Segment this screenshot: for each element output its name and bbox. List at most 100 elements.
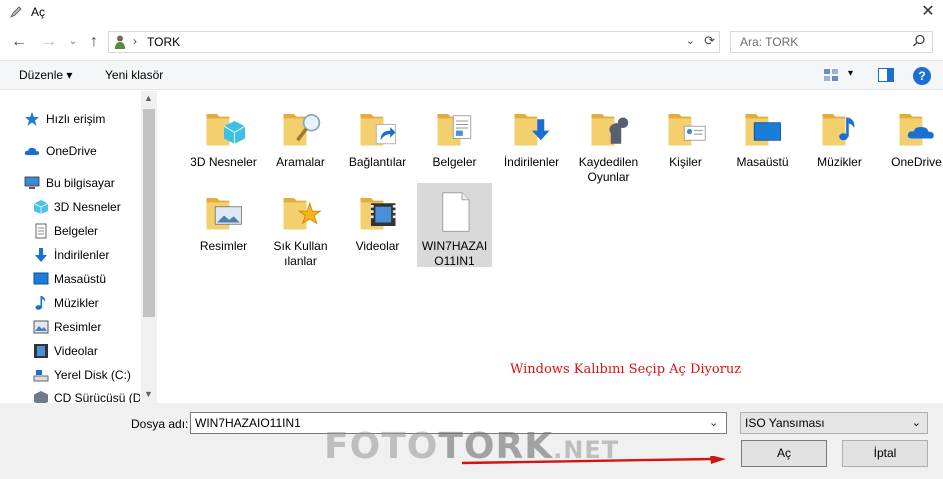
file-list: 3D Nesneler Aramalar Bağlantılar Belgeler İn… bbox=[158, 91, 943, 403]
sidebar-item-label: Belgeler bbox=[54, 224, 99, 238]
file-tile[interactable]: WIN7HAZAIO11IN1 bbox=[417, 183, 492, 268]
folder-onedrive-icon bbox=[899, 114, 934, 146]
file-name: Videolar bbox=[355, 239, 400, 253]
file-tile[interactable]: Belgeler bbox=[417, 99, 492, 183]
sidebar-item-label: Masaüstü bbox=[54, 272, 107, 286]
file-tile[interactable]: Müzikler bbox=[802, 99, 877, 183]
folder-downloads-icon bbox=[514, 114, 550, 146]
folder-games-icon bbox=[591, 114, 629, 146]
file-tile[interactable]: Resimler bbox=[186, 183, 261, 267]
file-name: Belgeler bbox=[432, 155, 477, 169]
view-options-icon[interactable] bbox=[823, 68, 839, 82]
folder-search-icon bbox=[283, 114, 321, 146]
document-icon bbox=[35, 223, 47, 239]
file-name: 3D Nesneler bbox=[190, 155, 257, 169]
scrollbar-thumb[interactable] bbox=[143, 109, 155, 317]
file-tile[interactable]: Aramalar bbox=[263, 99, 338, 183]
filename-dropdown-icon[interactable]: ⌄ bbox=[709, 416, 718, 429]
file-tile[interactable]: Sık Kullanılanlar bbox=[263, 183, 338, 268]
open-button[interactable]: Aç bbox=[741, 440, 827, 467]
recent-dropdown-icon[interactable]: ⌄ bbox=[64, 33, 82, 51]
sidebar-item-label: Hızlı erişim bbox=[46, 112, 106, 126]
sidebar-item-onedrive[interactable]: OneDrive bbox=[0, 140, 140, 162]
forward-arrow-icon[interactable]: → bbox=[40, 33, 58, 51]
folder-contacts-icon bbox=[668, 114, 706, 146]
sidebar-item-quick-access[interactable]: Hızlı erişim bbox=[0, 108, 140, 130]
picture-icon bbox=[33, 320, 49, 334]
search-placeholder: Ara: TORK bbox=[740, 35, 799, 49]
filetype-select[interactable]: ISO Yansıması ⌄ bbox=[740, 412, 928, 434]
drive-icon bbox=[33, 370, 49, 382]
refresh-icon[interactable]: ⟳ bbox=[704, 33, 715, 49]
file-tile[interactable]: Masaüstü bbox=[725, 99, 800, 183]
sidebar-item-pictures[interactable]: Resimler bbox=[0, 316, 140, 338]
folder-videos-icon bbox=[360, 198, 396, 230]
sidebar-item-downloads[interactable]: İndirilenler bbox=[0, 244, 140, 266]
file-tile[interactable]: Videolar bbox=[340, 183, 415, 267]
sidebar-item-label: OneDrive bbox=[46, 144, 97, 158]
file-tile[interactable]: Kaydedilen Oyunlar bbox=[571, 99, 646, 184]
footer: Dosya adı: ⌄ ISO Yansıması ⌄ FOTOTORK.NE… bbox=[0, 403, 943, 479]
red-arrow-icon bbox=[461, 456, 726, 465]
sidebar-item-label: Videolar bbox=[54, 344, 98, 358]
file-name: Müzikler bbox=[817, 155, 862, 169]
file-tile[interactable]: Kişiler bbox=[648, 99, 723, 183]
sidebar-item-documents[interactable]: Belgeler bbox=[0, 220, 140, 242]
annotation-text: Windows Kalıbını Seçip Aç Diyoruz bbox=[510, 362, 742, 377]
file-name: Aramalar bbox=[276, 155, 325, 169]
sidebar-item-label: İndirilenler bbox=[54, 248, 110, 262]
video-icon bbox=[34, 344, 48, 358]
sidebar-item-label: 3D Nesneler bbox=[54, 200, 121, 214]
sidebar-item-desktop[interactable]: Masaüstü bbox=[0, 268, 140, 290]
organize-menu[interactable]: Düzenle ▾ bbox=[19, 68, 72, 82]
folder-3d-icon bbox=[206, 114, 245, 146]
search-input[interactable]: Ara: TORK bbox=[730, 31, 933, 53]
pen-icon bbox=[10, 6, 22, 18]
new-folder-button[interactable]: Yeni klasör bbox=[105, 68, 163, 82]
close-button[interactable]: ✕ bbox=[913, 0, 943, 26]
star-icon bbox=[25, 112, 39, 126]
up-arrow-icon[interactable]: ↑ bbox=[85, 33, 103, 51]
sidebar-item-3d-objects[interactable]: 3D Nesneler bbox=[0, 196, 140, 218]
window-title: Aç bbox=[31, 5, 46, 19]
chevron-down-icon[interactable]: ⌄ bbox=[686, 34, 695, 47]
folder-pictures-icon bbox=[206, 198, 242, 230]
sidebar-item-local-disk[interactable]: Yerel Disk (C:) bbox=[0, 364, 140, 386]
filename-label: Dosya adı: bbox=[131, 417, 189, 431]
sidebar-item-label: Müzikler bbox=[54, 296, 99, 310]
help-button[interactable]: ? bbox=[913, 67, 931, 85]
navigation-bar: ← → ⌄ ↑ › TORK ⌄ ⟳ Ara: TORK bbox=[0, 28, 943, 56]
file-name: Sık Kullanılanlar bbox=[273, 239, 328, 268]
sidebar-item-label: Bu bilgisayar bbox=[46, 176, 115, 190]
sidebar-item-label: Yerel Disk (C:) bbox=[54, 368, 131, 382]
sidebar-scrollbar[interactable]: ▲ ▼ bbox=[141, 91, 157, 403]
sidebar-item-music[interactable]: Müzikler bbox=[0, 292, 140, 314]
chevron-down-icon: ⌄ bbox=[911, 417, 921, 429]
cancel-button[interactable]: İptal bbox=[842, 440, 928, 467]
sidebar-item-videos[interactable]: Videolar bbox=[0, 340, 140, 362]
file-tile[interactable]: Bağlantılar bbox=[340, 99, 415, 183]
user-folder-icon bbox=[115, 35, 125, 49]
scroll-down-icon[interactable]: ▼ bbox=[144, 389, 153, 399]
folder-music-icon bbox=[822, 114, 855, 146]
sidebar-item-this-pc[interactable]: Bu bilgisayar bbox=[0, 172, 140, 194]
view-dropdown-icon[interactable]: ▾ bbox=[848, 68, 853, 79]
file-name: WIN7HAZAIO11IN1 bbox=[421, 239, 488, 268]
file-tile[interactable]: OneDrive bbox=[879, 99, 943, 183]
breadcrumb-tork[interactable]: TORK bbox=[147, 35, 180, 49]
folder-links-icon bbox=[360, 114, 396, 146]
back-arrow-icon[interactable]: ← bbox=[10, 33, 28, 51]
preview-pane-icon[interactable] bbox=[878, 68, 894, 82]
file-name: Kişiler bbox=[669, 155, 702, 169]
file-tile[interactable]: 3D Nesneler bbox=[186, 99, 261, 183]
computer-icon bbox=[24, 176, 40, 189]
file-name: OneDrive bbox=[891, 155, 942, 169]
file-name: Resimler bbox=[199, 239, 248, 253]
file-name: Kaydedilen Oyunlar bbox=[578, 155, 639, 184]
navigation-pane: Hızlı erişim OneDrive Bu bilgisayar 3D N… bbox=[0, 91, 157, 405]
scroll-up-icon[interactable]: ▲ bbox=[144, 93, 153, 103]
address-bar[interactable]: › TORK ⌄ ⟳ bbox=[108, 31, 720, 53]
breadcrumb-separator: › bbox=[133, 34, 137, 48]
sidebar-item-label: Resimler bbox=[54, 320, 102, 334]
file-tile[interactable]: İndirilenler bbox=[494, 99, 569, 183]
